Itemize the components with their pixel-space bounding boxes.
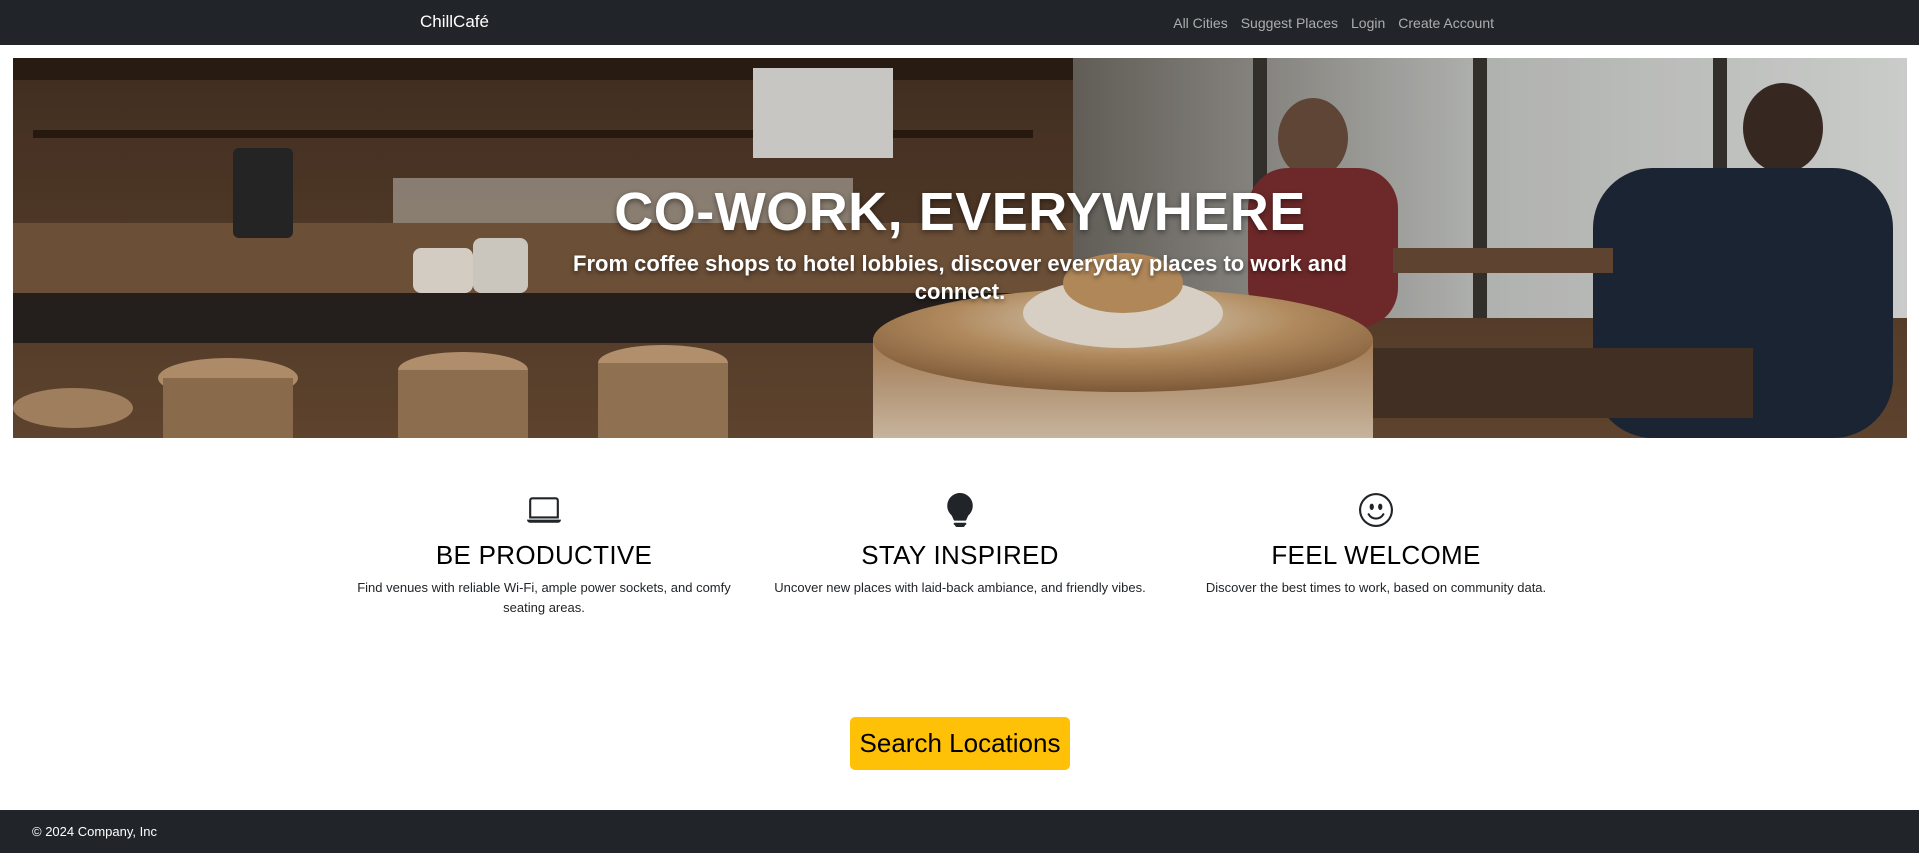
feature-title: BE PRODUCTIVE xyxy=(435,540,653,570)
lightbulb-icon xyxy=(760,492,1160,527)
footer: © 2024 Company, Inc xyxy=(0,810,1919,853)
nav-link-login[interactable]: Login xyxy=(1351,13,1385,33)
search-locations-button[interactable]: Search Locations xyxy=(850,717,1070,770)
laptop-icon xyxy=(344,493,744,527)
feature-title: FEEL WELCOME xyxy=(1271,540,1481,570)
feature-stay-inspired: STAY INSPIRED Uncover new places with la… xyxy=(760,492,1160,598)
hero-subtitle: From coffee shops to hotel lobbies, disc… xyxy=(573,251,1347,304)
feature-description: Find venues with reliable Wi-Fi, ample p… xyxy=(357,580,731,615)
smiley-icon xyxy=(1176,493,1576,527)
hero-title: CO-WORK, EVERYWHERE xyxy=(614,182,1306,242)
feature-be-productive: BE PRODUCTIVE Find venues with reliable … xyxy=(344,493,744,618)
feature-description: Uncover new places with laid-back ambian… xyxy=(774,580,1146,595)
hero-overlay xyxy=(13,58,1907,438)
nav-link-create-account[interactable]: Create Account xyxy=(1398,13,1494,33)
hero-banner: CO-WORK, EVERYWHERE From coffee shops to… xyxy=(13,58,1907,438)
brand-logo-link[interactable]: ChillCafé xyxy=(420,0,489,45)
feature-feel-welcome: FEEL WELCOME Discover the best times to … xyxy=(1176,493,1576,598)
nav-link-suggest-places[interactable]: Suggest Places xyxy=(1241,13,1338,33)
top-navbar: ChillCafé All Cities Suggest Places Logi… xyxy=(0,0,1919,45)
nav-link-all-cities[interactable]: All Cities xyxy=(1173,13,1227,33)
feature-description: Discover the best times to work, based o… xyxy=(1205,580,1547,595)
footer-copyright: © 2024 Company, Inc xyxy=(32,824,157,839)
nav-links: All Cities Suggest Places Login Create A… xyxy=(1173,0,1494,45)
feature-title: STAY INSPIRED xyxy=(861,540,1059,570)
